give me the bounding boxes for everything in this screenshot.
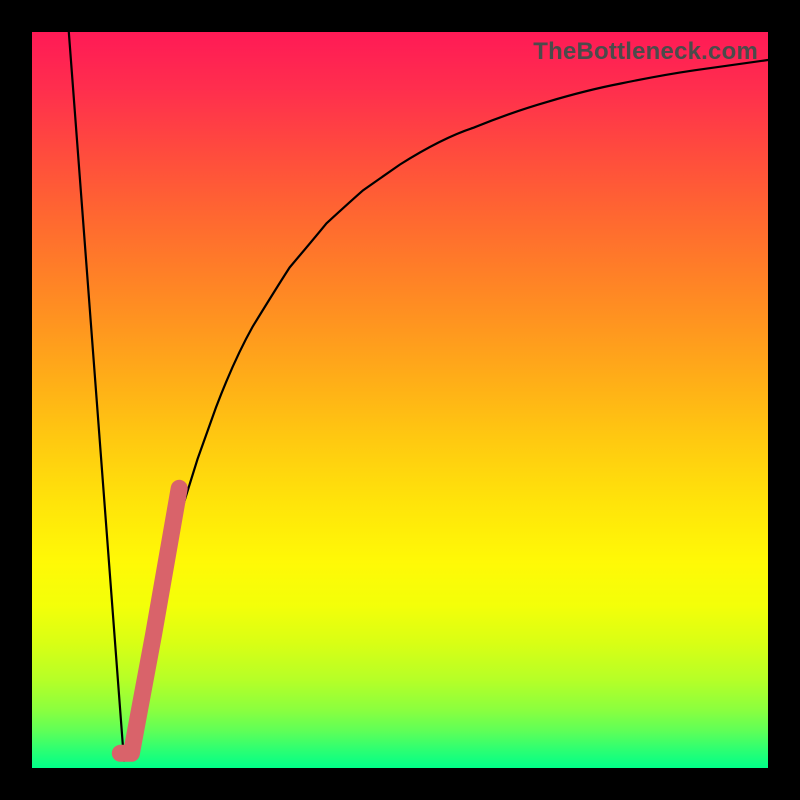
plot-area: TheBottleneck.com	[32, 32, 768, 768]
series-highlight-bar	[120, 488, 179, 753]
chart-frame: TheBottleneck.com	[0, 0, 800, 800]
series-left-segment	[69, 32, 124, 761]
chart-lines	[32, 32, 768, 768]
series-right-curve	[124, 60, 768, 761]
